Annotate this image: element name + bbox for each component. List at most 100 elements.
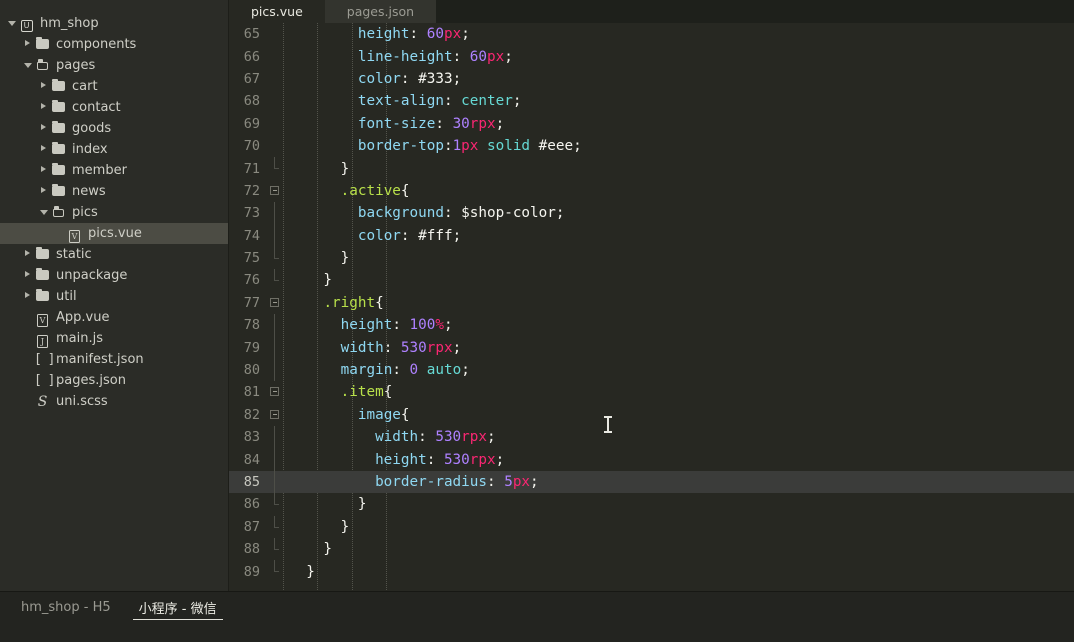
code-line[interactable]: 86 } [229, 493, 1074, 515]
code-line[interactable]: 66 line-height: 60px; [229, 45, 1074, 67]
code-editor[interactable]: 65 height: 60px; 66 line-height: 60px; 67 … [229, 23, 1074, 591]
chevron-down-icon[interactable] [21, 61, 34, 70]
console-tab-bar[interactable]: hm_shop - H5 小程序 - 微信 [0, 592, 1074, 623]
code-token: } [289, 563, 315, 580]
code-lines[interactable]: 65 height: 60px; 66 line-height: 60px; 67 … [229, 23, 1074, 583]
tree-item-pics[interactable]: pics [0, 202, 228, 223]
chevron-right-icon[interactable] [37, 103, 50, 112]
code-line-text: } [283, 161, 1074, 177]
tree-item-label: main.js [56, 331, 103, 346]
fold-toggle-icon[interactable] [267, 404, 283, 426]
tree-item-member[interactable]: member [0, 160, 228, 181]
code-token: px [443, 26, 462, 43]
code-line[interactable]: 82 image{ [229, 404, 1074, 426]
code-line[interactable]: 76 } [229, 269, 1074, 291]
code-line[interactable]: 65 height: 60px; [229, 23, 1074, 45]
code-token: height [340, 317, 393, 334]
code-line[interactable]: 70 border-top:1px solid #eee; [229, 135, 1074, 157]
chevron-right-icon[interactable] [21, 250, 34, 259]
folder-icon [50, 141, 67, 157]
code-token: auto [426, 362, 462, 379]
tree-item-contact[interactable]: contact [0, 97, 228, 118]
tree-item-main-js[interactable]: Jmain.js [0, 328, 228, 349]
code-line-text: } [283, 541, 1074, 557]
tree-item-unpackage[interactable]: unpackage [0, 265, 228, 286]
code-line[interactable]: 80 margin: 0 auto; [229, 358, 1074, 382]
chevron-right-icon[interactable] [21, 271, 34, 280]
chevron-down-icon[interactable] [5, 19, 18, 28]
folder-icon [34, 246, 51, 262]
code-line[interactable]: 87 } [229, 515, 1074, 538]
tree-item-app-vue[interactable]: V App.vue [0, 307, 228, 328]
code-line[interactable]: 71 } [229, 157, 1074, 179]
code-line[interactable]: 73 background: $shop-color; [229, 202, 1074, 225]
code-line[interactable]: 84 height: 530rpx; [229, 448, 1074, 471]
code-line[interactable]: 74 color: #fff; [229, 224, 1074, 247]
tree-item-goods[interactable]: goods [0, 118, 228, 139]
project-explorer-sidebar[interactable]: Uhm_shop components pages cart contact goods i… [0, 0, 229, 591]
code-line-text: height: 60px; [283, 26, 1074, 42]
code-token: .item [340, 384, 384, 401]
line-number: 65 [243, 26, 260, 43]
editor-tab-pages-json[interactable]: pages.json [324, 0, 437, 23]
file-tree[interactable]: Uhm_shop components pages cart contact goods i… [0, 0, 228, 412]
tree-item-news[interactable]: news [0, 181, 228, 202]
tree-item-util[interactable]: util [0, 286, 228, 307]
code-line[interactable]: 78 height: 100%; [229, 314, 1074, 337]
code-line[interactable]: 75 } [229, 246, 1074, 269]
code-line-text: } [283, 250, 1074, 266]
tree-item-index[interactable]: index [0, 139, 228, 160]
chevron-right-icon[interactable] [37, 124, 50, 133]
console-output: 16:19:16.617 DONE Build complete. Watchi… [0, 623, 1074, 642]
tree-item-label: pages.json [56, 373, 126, 388]
editor-tab-pics-vue[interactable]: pics.vue [229, 0, 325, 23]
code-line[interactable]: 85 border-radius: 5px; [229, 470, 1074, 494]
chevron-right-icon[interactable] [21, 292, 34, 301]
fold-guide [267, 426, 283, 449]
tree-item-label: unpackage [56, 268, 128, 283]
line-number: 80 [243, 362, 260, 379]
code-line[interactable]: 89 } [229, 560, 1074, 582]
code-line[interactable]: 79 width: 530rpx; [229, 336, 1074, 359]
tree-item-static[interactable]: static [0, 244, 228, 265]
code-line-text: font-size: 30rpx; [283, 116, 1074, 132]
code-token: } [289, 160, 350, 177]
fold-toggle-icon[interactable] [267, 180, 283, 202]
code-line[interactable]: 67 color: #333; [229, 68, 1074, 90]
chevron-down-icon[interactable] [37, 208, 50, 217]
tree-item-manifest-json[interactable]: [ ] manifest.json [0, 349, 228, 370]
line-number: 71 [243, 160, 260, 177]
tree-item-pages-json[interactable]: [ ] pages.json [0, 370, 228, 391]
code-line[interactable]: 77 .right{ [229, 292, 1074, 314]
chevron-right-icon[interactable] [37, 166, 50, 175]
fold-toggle-icon[interactable] [267, 292, 283, 314]
chevron-right-icon[interactable] [37, 82, 50, 91]
editor-tab-bar[interactable]: pics.vue pages.json [229, 0, 1074, 23]
chevron-right-icon[interactable] [37, 187, 50, 196]
chevron-right-icon[interactable] [21, 40, 34, 49]
code-token: : [435, 115, 453, 132]
tree-item-cart[interactable]: cart [0, 76, 228, 97]
code-line[interactable]: 72 .active{ [229, 180, 1074, 202]
tree-item-pics-vue[interactable]: Vpics.vue [0, 223, 228, 244]
tree-item-pages[interactable]: pages [0, 55, 228, 76]
tree-item-uni-scss[interactable]: Suni.scss [0, 391, 228, 412]
code-token: : [486, 474, 505, 490]
json-file-icon: [ ] [34, 352, 56, 367]
tree-item-components[interactable]: components [0, 34, 228, 55]
code-line[interactable]: 69 font-size: 30rpx; [229, 113, 1074, 135]
console-tab-2[interactable]: 小程序 - 微信 [125, 592, 231, 623]
code-line[interactable]: 81 .item{ [229, 381, 1074, 403]
code-line-text: text-align: center; [283, 93, 1074, 109]
code-line[interactable]: 88 } [229, 537, 1074, 560]
tree-item-hm-shop[interactable]: Uhm_shop [0, 13, 228, 34]
console-tab-1[interactable]: hm_shop - H5 [7, 592, 125, 623]
chevron-right-icon[interactable] [37, 145, 50, 154]
code-line[interactable]: 83 width: 530rpx; [229, 426, 1074, 449]
code-line[interactable]: 68 text-align: center; [229, 90, 1074, 112]
fold-toggle-icon[interactable] [267, 381, 283, 403]
